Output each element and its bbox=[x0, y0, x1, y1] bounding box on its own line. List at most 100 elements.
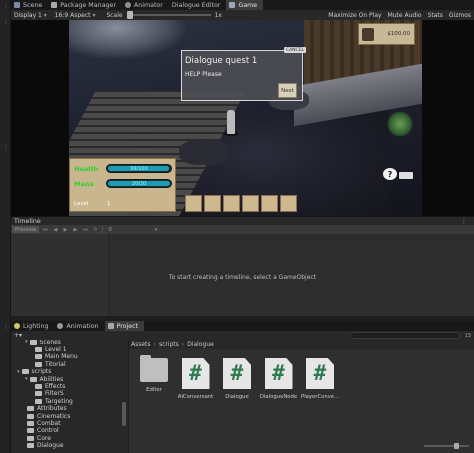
scale-label: Scale bbox=[106, 11, 123, 19]
editor-tab-bar: Scene Package Manager Animator Dialogue … bbox=[11, 0, 474, 10]
first-frame-icon[interactable]: ⏮ bbox=[41, 226, 49, 233]
folder-icon bbox=[27, 443, 34, 449]
project-icon bbox=[107, 323, 114, 329]
folder-icon bbox=[27, 435, 34, 441]
create-asset-button[interactable]: +▾ bbox=[14, 332, 22, 339]
display-dropdown[interactable]: Display 1 bbox=[11, 12, 50, 19]
animator-icon bbox=[124, 2, 131, 8]
ability-slot[interactable] bbox=[261, 195, 278, 212]
tree-scrollbar[interactable] bbox=[122, 402, 126, 426]
project-folder-tree: ▾ Scenes Level 1 Main Menu Titorial ▾ scripts ▾… bbox=[11, 340, 128, 453]
tab-animator[interactable]: Animator bbox=[122, 0, 169, 10]
timeline-toolbar: Preview ⏮ ◀ ▶ ▶ ⏭ ↻ 0 ▾ bbox=[11, 225, 474, 234]
gizmos-dropdown[interactable]: Gizmos bbox=[446, 12, 474, 19]
rock bbox=[179, 140, 229, 165]
scale-slider[interactable] bbox=[126, 11, 211, 19]
timeline-panel-header: Timeline ⋮ bbox=[11, 216, 474, 225]
stats-toggle[interactable]: Stats bbox=[425, 12, 446, 19]
next-frame-icon[interactable]: ▶ bbox=[71, 226, 79, 233]
player-character bbox=[227, 110, 235, 134]
asset-folder[interactable]: Editor bbox=[135, 355, 173, 393]
folder-icon bbox=[21, 369, 29, 375]
project-search-input[interactable] bbox=[349, 332, 460, 339]
animation-icon bbox=[57, 323, 64, 329]
folder-icon bbox=[35, 346, 42, 352]
asset-count-badge: 13 bbox=[464, 332, 471, 339]
frame-field[interactable]: 0 bbox=[108, 227, 112, 233]
asset-label: AIConversant bbox=[177, 394, 214, 400]
expand-arrow-icon[interactable]: ▾ bbox=[25, 376, 28, 382]
breadcrumb-item[interactable]: Assets bbox=[131, 341, 151, 348]
level-value: 1 bbox=[107, 201, 111, 207]
divider bbox=[102, 226, 104, 233]
left-dock-strip: ⋮ ⋮ ⋮ ⋮ bbox=[0, 0, 11, 453]
gold-panel: $100.00 bbox=[358, 23, 415, 45]
game-icon bbox=[229, 2, 236, 8]
breadcrumb-item[interactable]: Dialogue bbox=[187, 341, 214, 348]
quest-book-icon[interactable] bbox=[399, 172, 413, 179]
timeline-tab[interactable]: Timeline bbox=[14, 218, 41, 225]
asset-script[interactable]: # PlayerConve... bbox=[301, 358, 339, 400]
plant bbox=[387, 112, 413, 136]
folder-icon bbox=[140, 355, 168, 382]
last-frame-icon[interactable]: ⏭ bbox=[81, 226, 89, 233]
expand-arrow-icon[interactable]: ▾ bbox=[17, 369, 20, 375]
tab-scene[interactable]: Scene bbox=[11, 0, 48, 10]
folder-icon bbox=[35, 391, 42, 397]
folder-icon bbox=[27, 428, 34, 434]
breadcrumb-separator: › bbox=[181, 341, 185, 348]
ability-slot[interactable] bbox=[280, 195, 297, 212]
mana-bar: 20/20 bbox=[106, 179, 172, 188]
drag-handle-icon[interactable]: ⋮ bbox=[3, 19, 9, 25]
asset-label: Editor bbox=[146, 387, 162, 393]
expand-arrow-icon[interactable]: ▾ bbox=[25, 340, 28, 345]
tab-animation[interactable]: Animation bbox=[54, 321, 104, 331]
drag-handle-icon[interactable]: ⋮ bbox=[3, 145, 9, 151]
tab-dialogue-editor[interactable]: Dialogue Editor bbox=[169, 0, 227, 10]
tab-game[interactable]: Game bbox=[226, 0, 264, 10]
preview-button[interactable]: Preview bbox=[12, 226, 40, 233]
prev-frame-icon[interactable]: ◀ bbox=[51, 226, 59, 233]
ability-slot[interactable] bbox=[204, 195, 221, 212]
game-scene[interactable]: Health 99/100 Mana 20/20 Level 1 Dialogu… bbox=[69, 20, 422, 216]
tab-project[interactable]: Project bbox=[104, 321, 145, 331]
bottom-tab-bar: Lighting Animation Project bbox=[11, 321, 474, 331]
breadcrumb-item[interactable]: scripts bbox=[159, 341, 179, 348]
csharp-script-icon: # bbox=[306, 358, 334, 389]
chevron-down-icon[interactable]: ▾ bbox=[152, 226, 160, 233]
play-icon[interactable]: ▶ bbox=[61, 226, 69, 233]
breadcrumb-separator: › bbox=[153, 341, 156, 348]
gold-value: $100.00 bbox=[387, 31, 410, 37]
timeline-empty-message: To start creating a timeline, select a G… bbox=[168, 274, 317, 281]
tab-lighting[interactable]: Lighting bbox=[11, 321, 54, 331]
snow-patch bbox=[69, 20, 189, 60]
drag-handle-icon[interactable]: ⋮ bbox=[3, 4, 9, 10]
folder-icon bbox=[27, 406, 34, 412]
ability-slot[interactable] bbox=[185, 195, 202, 212]
mute-audio-toggle[interactable]: Mute Audio bbox=[385, 12, 425, 19]
ability-slot[interactable] bbox=[223, 195, 240, 212]
drag-handle-icon[interactable]: ⋮ bbox=[3, 325, 9, 331]
loop-icon[interactable]: ↻ bbox=[91, 226, 99, 233]
game-view-toolbar: Display 1 16:9 Aspect Scale 1x Maximize … bbox=[11, 10, 474, 20]
mana-value: 20/20 bbox=[131, 180, 147, 187]
icon-size-slider-knob[interactable] bbox=[454, 443, 459, 449]
cancel-button[interactable]: CANCEL bbox=[284, 47, 306, 53]
next-button[interactable]: Next bbox=[278, 83, 297, 98]
dialogue-panel: Dialogue quest 1 HELP Please Next bbox=[181, 50, 303, 101]
game-view[interactable]: Health 99/100 Mana 20/20 Level 1 Dialogu… bbox=[11, 20, 474, 216]
ability-slot[interactable] bbox=[242, 195, 259, 212]
asset-script[interactable]: # DialogueNode bbox=[260, 358, 298, 400]
asset-label: Dialogue bbox=[225, 394, 249, 400]
scale-slider-knob[interactable] bbox=[126, 11, 133, 19]
tree-folder-item[interactable]: Dialogue bbox=[25, 442, 64, 450]
asset-script[interactable]: # Dialogue bbox=[218, 358, 256, 400]
aspect-dropdown[interactable]: 16:9 Aspect bbox=[52, 12, 99, 19]
help-icon[interactable]: ? bbox=[383, 168, 397, 180]
maximize-on-play-toggle[interactable]: Maximize On Play bbox=[325, 12, 384, 19]
asset-script[interactable]: # AIConversant bbox=[177, 358, 215, 400]
tab-package-manager[interactable]: Package Manager bbox=[48, 0, 122, 10]
csharp-script-icon: # bbox=[223, 358, 251, 389]
panel-menu-icon[interactable]: ⋮ bbox=[461, 218, 474, 225]
icon-size-slider[interactable] bbox=[424, 443, 469, 449]
